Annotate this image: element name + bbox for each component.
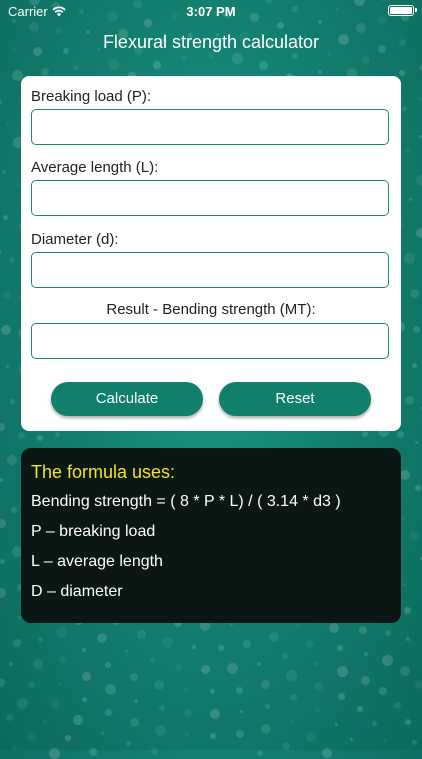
average-length-label: Average length (L): <box>31 159 159 176</box>
formula-panel: The formula uses: Bending strength = ( 8… <box>21 448 401 623</box>
calculate-button[interactable]: Calculate <box>51 382 203 416</box>
diameter-label: Diameter (d): <box>31 231 119 248</box>
reset-button[interactable]: Reset <box>219 382 371 416</box>
formula-d-definition: D – diameter <box>31 583 123 600</box>
formula-l-definition: L – average length <box>31 553 163 570</box>
result-field[interactable] <box>31 323 389 359</box>
page-title: Flexural strength calculator <box>102 32 320 52</box>
breaking-load-input[interactable] <box>31 109 389 145</box>
calculator-form: Breaking load (P): Average length (L): D… <box>21 76 401 431</box>
formula-title: The formula uses: <box>31 462 176 482</box>
diameter-input[interactable] <box>31 252 389 288</box>
result-label: Result - Bending strength (MT): <box>106 301 316 318</box>
average-length-input[interactable] <box>31 180 389 216</box>
status-time: 3:07 PM <box>186 4 236 19</box>
formula-p-definition: P – breaking load <box>31 523 156 540</box>
battery-icon <box>388 5 417 16</box>
status-bar: Carrier 3:07 PM <box>0 0 422 22</box>
breaking-load-label: Breaking load (P): <box>31 88 152 105</box>
formula-equation: Bending strength = ( 8 * P * L) / ( 3.14… <box>31 493 341 510</box>
